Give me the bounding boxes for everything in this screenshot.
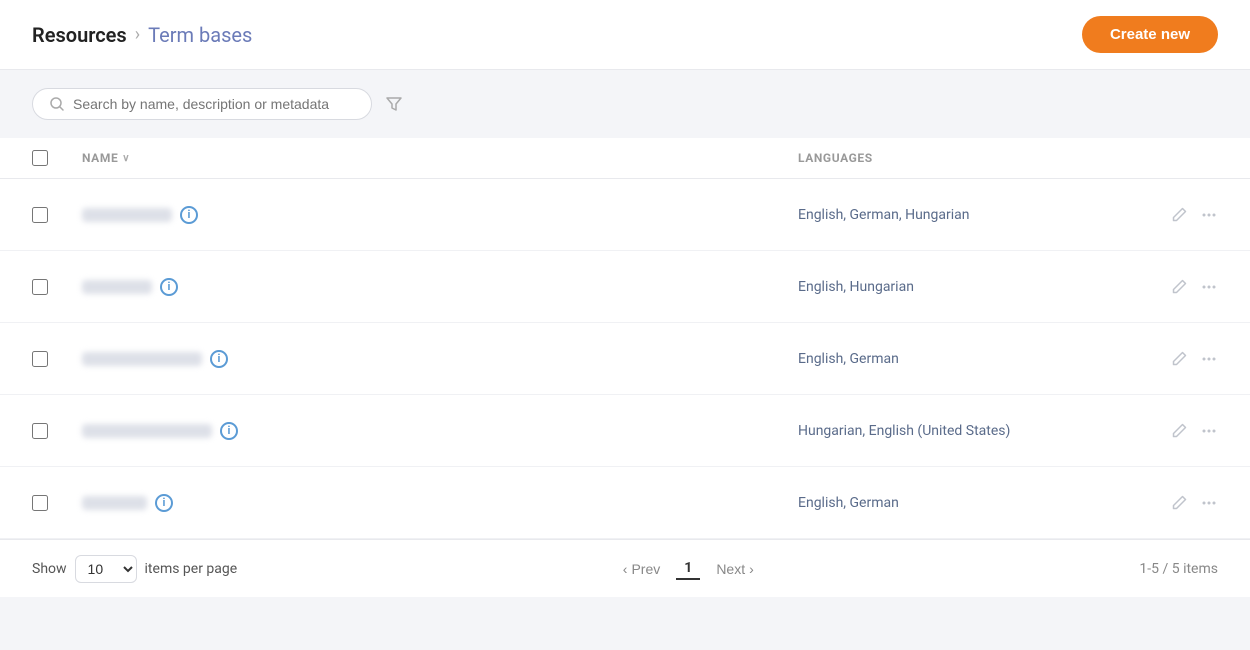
page-range: 1-5: [1139, 561, 1159, 577]
edit-icon[interactable]: [1170, 422, 1188, 440]
prev-button[interactable]: ‹ Prev: [615, 557, 668, 581]
table-row: i English, German: [0, 467, 1250, 539]
pagination: ‹ Prev 1 Next ›: [615, 557, 762, 581]
info-icon[interactable]: i: [155, 494, 173, 512]
breadcrumb-current: Term bases: [148, 23, 252, 47]
row-checkbox-cell[interactable]: [32, 495, 82, 511]
name-text: [82, 280, 152, 294]
more-options-icon[interactable]: [1200, 278, 1218, 296]
row-checkbox[interactable]: [32, 207, 48, 223]
items-per-page-label: items per page: [145, 561, 238, 577]
table-row: i English, German, Hungarian: [0, 179, 1250, 251]
page-count: 1-5 / 5 items: [1139, 561, 1218, 577]
next-button[interactable]: Next ›: [708, 557, 761, 581]
actions-cell: [1118, 278, 1218, 296]
languages-cell: English, German: [798, 351, 1118, 367]
select-all-checkbox[interactable]: [32, 150, 48, 166]
table-row: i Hungarian, English (United States): [0, 395, 1250, 467]
info-icon[interactable]: i: [220, 422, 238, 440]
edit-icon[interactable]: [1170, 278, 1188, 296]
table-container: NAME ∨ LANGUAGES i English, German, Hung…: [0, 138, 1250, 539]
show-label: Show: [32, 561, 67, 577]
col-header-languages: LANGUAGES: [798, 151, 1118, 165]
more-options-icon[interactable]: [1200, 206, 1218, 224]
items-per-page-control: Show 102550100 items per page: [32, 555, 237, 583]
search-bar-area: [0, 70, 1250, 138]
filter-icon[interactable]: [384, 94, 404, 114]
name-text: [82, 352, 202, 366]
next-arrow-icon: ›: [749, 561, 754, 577]
name-cell: i: [82, 494, 798, 512]
languages-cell: English, Hungarian: [798, 279, 1118, 295]
prev-label: Prev: [631, 561, 660, 577]
breadcrumb: Resources › Term bases: [32, 23, 252, 47]
next-label: Next: [716, 561, 745, 577]
name-text: [82, 424, 212, 438]
row-checkbox-cell[interactable]: [32, 207, 82, 223]
more-options-icon[interactable]: [1200, 350, 1218, 368]
page-header: Resources › Term bases Create new: [0, 0, 1250, 70]
search-input[interactable]: [73, 96, 355, 112]
languages-cell: Hungarian, English (United States): [798, 423, 1118, 439]
languages-cell: English, German, Hungarian: [798, 207, 1118, 223]
row-checkbox-cell[interactable]: [32, 423, 82, 439]
more-options-icon[interactable]: [1200, 494, 1218, 512]
row-checkbox-cell[interactable]: [32, 351, 82, 367]
name-text: [82, 208, 172, 222]
name-cell: i: [82, 350, 798, 368]
name-cell: i: [82, 422, 798, 440]
search-icon: [49, 96, 65, 112]
info-icon[interactable]: i: [210, 350, 228, 368]
actions-cell: [1118, 422, 1218, 440]
table-header: NAME ∨ LANGUAGES: [0, 138, 1250, 179]
table-row: i English, Hungarian: [0, 251, 1250, 323]
languages-cell: English, German: [798, 495, 1118, 511]
actions-cell: [1118, 206, 1218, 224]
prev-arrow-icon: ‹: [623, 561, 628, 577]
current-page[interactable]: 1: [676, 558, 700, 580]
row-checkbox[interactable]: [32, 423, 48, 439]
edit-icon[interactable]: [1170, 494, 1188, 512]
create-new-button[interactable]: Create new: [1082, 16, 1218, 53]
edit-icon[interactable]: [1170, 206, 1188, 224]
row-checkbox[interactable]: [32, 495, 48, 511]
breadcrumb-parent: Resources: [32, 23, 127, 47]
per-page-select[interactable]: 102550100: [75, 555, 137, 583]
total-items: 5 items: [1172, 561, 1218, 577]
row-checkbox[interactable]: [32, 351, 48, 367]
row-checkbox-cell[interactable]: [32, 279, 82, 295]
select-all-cell[interactable]: [32, 150, 82, 166]
info-icon[interactable]: i: [180, 206, 198, 224]
breadcrumb-separator: ›: [135, 24, 140, 45]
row-checkbox[interactable]: [32, 279, 48, 295]
search-wrapper: [32, 88, 372, 120]
actions-cell: [1118, 350, 1218, 368]
sort-arrow-icon: ∨: [122, 153, 130, 164]
page-footer: Show 102550100 items per page ‹ Prev 1 N…: [0, 539, 1250, 597]
table-rows: i English, German, Hungarian: [0, 179, 1250, 539]
actions-cell: [1118, 494, 1218, 512]
info-icon[interactable]: i: [160, 278, 178, 296]
name-cell: i: [82, 206, 798, 224]
name-text: [82, 496, 147, 510]
col-header-name[interactable]: NAME ∨: [82, 151, 798, 165]
more-options-icon[interactable]: [1200, 422, 1218, 440]
name-cell: i: [82, 278, 798, 296]
table-row: i English, German: [0, 323, 1250, 395]
edit-icon[interactable]: [1170, 350, 1188, 368]
